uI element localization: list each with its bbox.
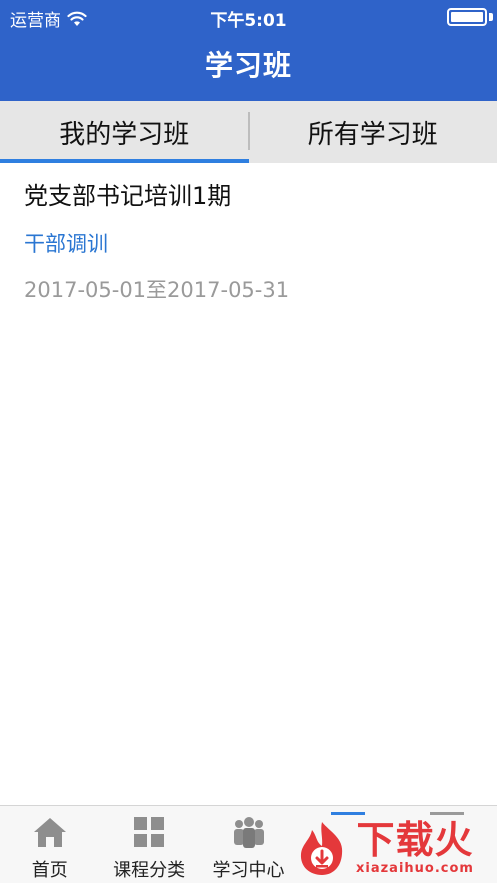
class-category: 干部调训	[24, 232, 108, 256]
class-title: 党支部书记培训1期	[24, 182, 232, 210]
class-dates: 2017-05-01至2017-05-31	[24, 278, 290, 302]
status-bar: 运营商 下午5:01	[0, 0, 497, 34]
watermark-text-box: 下载火 xiazaihuo.com	[356, 819, 474, 876]
watermark-url: xiazaihuo.com	[356, 861, 474, 876]
tab-my-classes[interactable]: 我的学习班	[0, 101, 249, 163]
page-title: 学习班	[204, 49, 292, 82]
tabbar-item-learning-center[interactable]: 学习中心	[199, 806, 298, 883]
list-item[interactable]: 党支部书记培训1期 干部调训 2017-05-01至2017-05-31	[0, 163, 497, 313]
tabbar-label: 学习中心	[212, 860, 285, 881]
battery-icon	[447, 8, 487, 26]
battery-tip	[489, 13, 493, 21]
tabbar-item-categories[interactable]: 课程分类	[99, 806, 198, 883]
tabbar-item-home[interactable]: 首页	[0, 806, 99, 883]
tab-divider	[248, 112, 250, 150]
tabbar-label: 首页	[31, 860, 68, 881]
flame-logo-icon	[300, 821, 343, 875]
status-time: 下午5:01	[210, 11, 287, 31]
tab-all-classes[interactable]: 所有学习班	[249, 101, 497, 163]
tabbar-label: 课程分类	[113, 860, 186, 881]
app-header: 运营商 下午5:01 学习班	[0, 0, 497, 101]
grid-icon	[131, 814, 167, 850]
watermark-text: 下载火	[356, 818, 474, 862]
home-icon	[32, 814, 68, 850]
class-list: 党支部书记培训1期 干部调训 2017-05-01至2017-05-31	[0, 163, 497, 313]
battery-fill	[451, 12, 483, 22]
watermark: 下载火 xiazaihuo.com	[292, 812, 497, 883]
people-icon	[231, 814, 267, 850]
